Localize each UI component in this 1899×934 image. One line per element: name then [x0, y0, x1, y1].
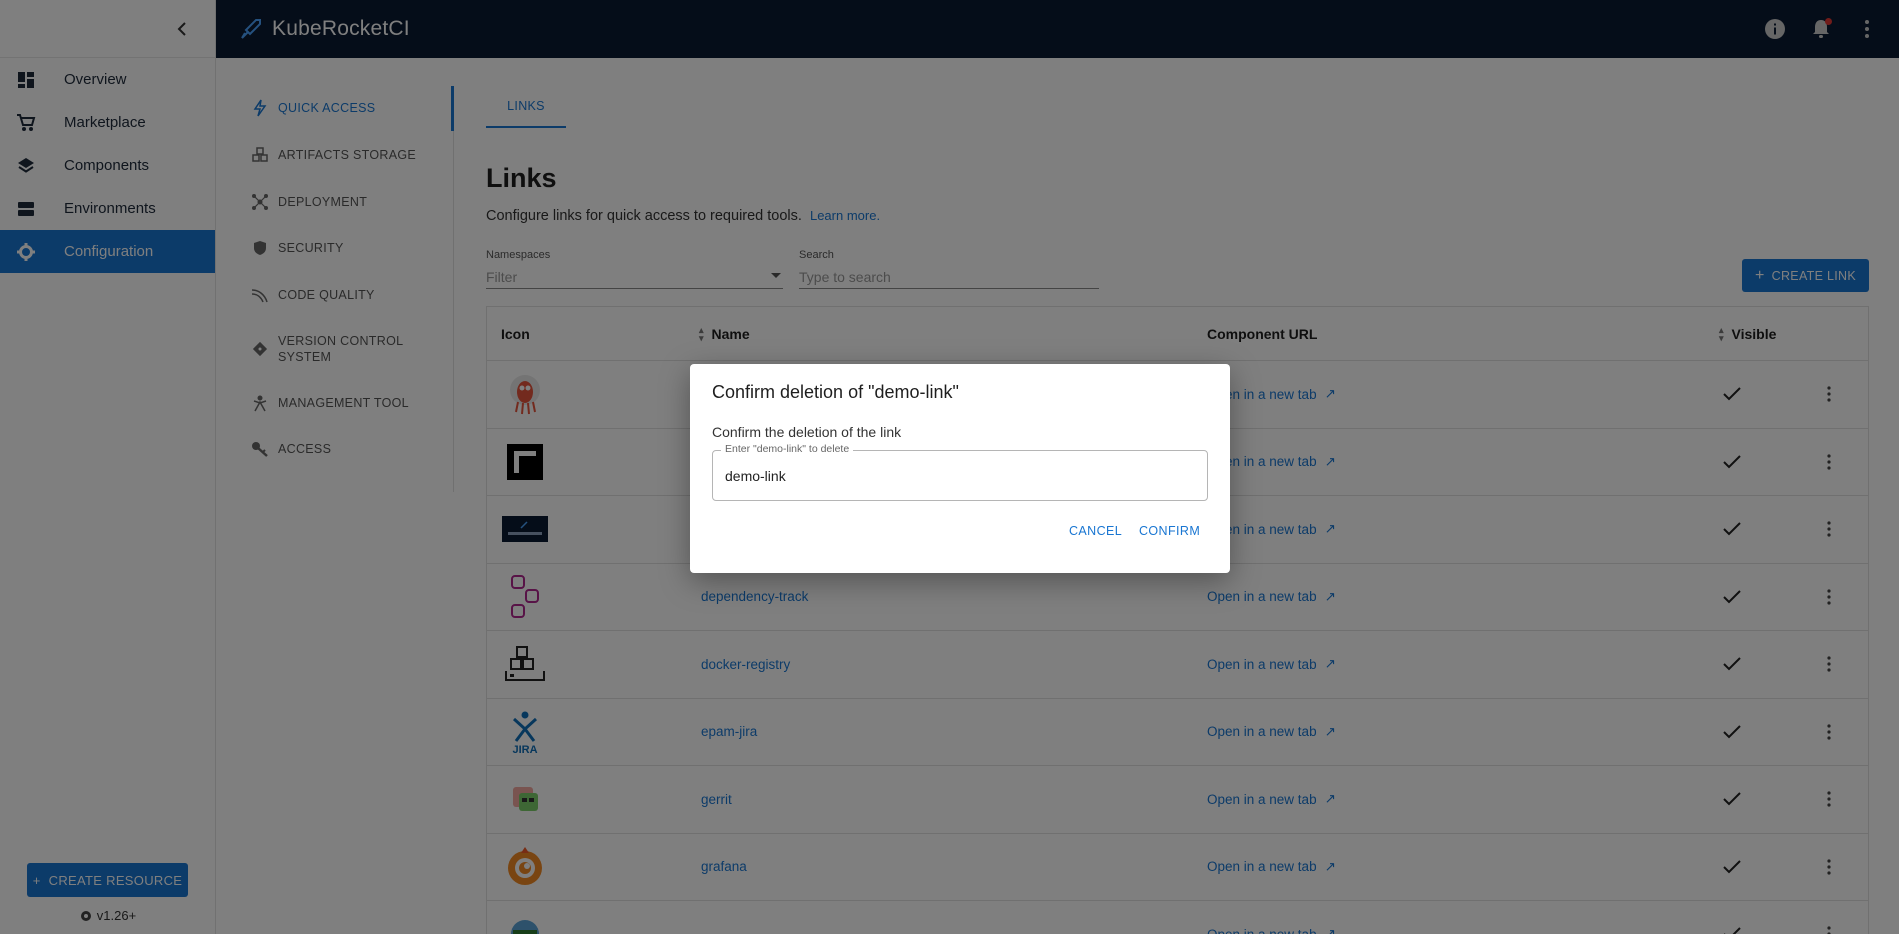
confirm-name-label: Enter "demo-link" to delete — [721, 443, 854, 455]
dialog-text: Confirm the deletion of the link — [712, 424, 902, 440]
dialog-title: Confirm deletion of "demo-link" — [712, 382, 959, 402]
confirm-name-value: demo-link — [725, 468, 786, 484]
cancel-button[interactable]: CANCEL — [1069, 524, 1122, 538]
confirm-name-input[interactable]: Enter "demo-link" to delete demo-link — [712, 443, 1208, 501]
confirm-button[interactable]: CONFIRM — [1139, 524, 1200, 538]
confirm-delete-dialog: Confirm deletion of "demo-link" Confirm … — [690, 364, 1230, 573]
